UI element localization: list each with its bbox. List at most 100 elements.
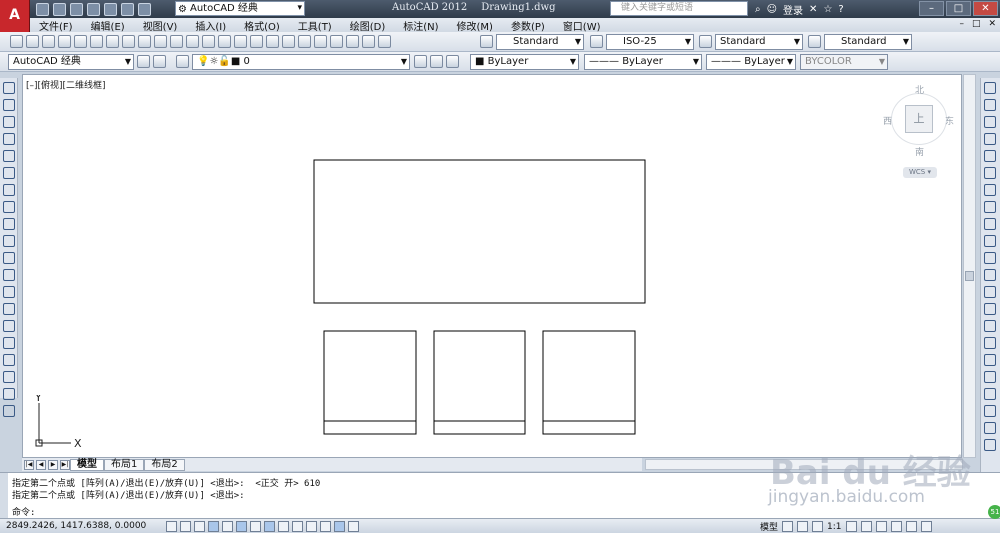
sheet-set-icon[interactable]	[330, 35, 343, 48]
add-selected-icon[interactable]	[3, 405, 15, 417]
small-box-2-outline[interactable]	[433, 330, 526, 435]
clean-screen-icon[interactable]	[920, 521, 932, 532]
draw-order-icon[interactable]	[984, 388, 996, 400]
menu-edit[interactable]: 编辑(E)	[82, 18, 134, 33]
polyline-icon[interactable]	[3, 116, 15, 128]
dynamic-ucs-icon[interactable]	[278, 521, 289, 532]
annotation-scale[interactable]: 1:1	[827, 522, 841, 532]
menu-parametric[interactable]: 参数(P)	[502, 18, 554, 33]
join-icon[interactable]	[984, 303, 996, 315]
menu-format[interactable]: 格式(O)	[235, 18, 289, 33]
command-window-grip[interactable]	[0, 473, 8, 519]
vertical-scrollbar[interactable]	[963, 74, 976, 458]
tab-model[interactable]: 模型	[70, 458, 104, 471]
3d-object-snap-icon[interactable]	[250, 521, 261, 532]
open-icon[interactable]	[26, 35, 39, 48]
coordinates-display[interactable]: 2849.2426, 1417.6388, 0.0000	[6, 521, 146, 531]
color-dropdown[interactable]: ■ ByLayer ▼	[470, 54, 579, 70]
object-snap-icon[interactable]	[236, 521, 247, 532]
print-icon[interactable]	[58, 35, 71, 48]
table-style-dropdown[interactable]: Standard ▼	[715, 34, 803, 50]
break-at-point-icon[interactable]	[984, 269, 996, 281]
fillet-icon[interactable]	[984, 337, 996, 349]
move-icon[interactable]	[984, 167, 996, 179]
viewcube-east[interactable]: 东	[945, 114, 954, 127]
zoom-realtime-icon[interactable]	[234, 35, 247, 48]
minimize-button[interactable]: –	[919, 1, 944, 16]
dim-style-icon[interactable]	[590, 35, 603, 48]
hardware-acceleration-icon[interactable]	[890, 521, 902, 532]
revision-cloud-icon[interactable]	[3, 201, 15, 213]
undo-icon[interactable]	[186, 35, 199, 48]
layer-state-icon[interactable]	[446, 55, 459, 68]
small-box-1-outline[interactable]	[323, 330, 417, 435]
notification-badge[interactable]: 51	[988, 505, 1000, 519]
insert-block-icon[interactable]	[3, 269, 15, 281]
small-box-1[interactable]	[323, 330, 417, 435]
vertical-scrollbar-thumb[interactable]	[965, 271, 974, 281]
offset-icon[interactable]	[984, 133, 996, 145]
redo-icon[interactable]	[138, 2, 151, 16]
selection-cycling-icon[interactable]	[348, 521, 359, 532]
doc-close-button[interactable]: ✕	[988, 19, 996, 29]
drawing-geometry[interactable]	[23, 75, 962, 458]
copy-icon[interactable]	[122, 35, 135, 48]
make-block-icon[interactable]	[3, 286, 15, 298]
help-icon[interactable]	[378, 35, 391, 48]
menu-view[interactable]: 视图(V)	[134, 18, 187, 33]
paste-icon[interactable]	[138, 35, 151, 48]
multileader-style-dropdown[interactable]: Standard ▼	[824, 34, 912, 50]
menu-file[interactable]: 文件(F)	[30, 18, 82, 33]
linetype-dropdown[interactable]: ——— ByLayer ▼	[584, 54, 702, 70]
drawing-canvas[interactable]: [–][俯视][二维线框] Y X 北 南 西 东 上 WCS ▾	[22, 74, 962, 458]
tab-layout2[interactable]: 布局2	[144, 458, 185, 471]
zoom-window-icon[interactable]	[250, 35, 263, 48]
small-box-3[interactable]	[542, 330, 636, 435]
login-button[interactable]: 登录	[783, 2, 803, 17]
make-current-layer-icon[interactable]	[414, 55, 427, 68]
doc-restore-button[interactable]: □	[972, 19, 981, 29]
zoom-previous-icon[interactable]	[266, 35, 279, 48]
small-box-2[interactable]	[433, 330, 526, 435]
small-box-3-outline[interactable]	[542, 330, 636, 435]
model-space-button[interactable]: 模型	[760, 520, 778, 533]
multileader-style-icon[interactable]	[808, 35, 821, 48]
workspace-dropdown-2[interactable]: AutoCAD 经典 ▼	[8, 54, 134, 70]
help-button[interactable]: ?	[838, 4, 843, 15]
bring-front-icon[interactable]	[984, 405, 996, 417]
viewcube-south[interactable]: 南	[915, 145, 924, 158]
ellipse-icon[interactable]	[3, 235, 15, 247]
isolate-objects-icon[interactable]	[905, 521, 917, 532]
table-style-icon[interactable]	[699, 35, 712, 48]
break-icon[interactable]	[984, 286, 996, 298]
region-icon[interactable]	[3, 354, 15, 366]
menu-draw[interactable]: 绘图(D)	[341, 18, 395, 33]
new-icon[interactable]	[10, 35, 23, 48]
workspace-dropdown[interactable]: ⚙ AutoCAD 经典 ▾	[175, 1, 305, 16]
redo-icon[interactable]	[202, 35, 215, 48]
command-prompt[interactable]: 命令:	[12, 505, 35, 518]
rectangle-icon[interactable]	[3, 150, 15, 162]
last-tab-icon[interactable]: ▶|	[60, 459, 70, 470]
match-properties-icon[interactable]	[154, 35, 167, 48]
text-front-icon[interactable]	[984, 439, 996, 451]
lineweight-dropdown[interactable]: ——— ByLayer ▼	[706, 54, 796, 70]
construction-line-icon[interactable]	[3, 99, 15, 111]
multiline-text-icon[interactable]	[3, 388, 15, 400]
first-tab-icon[interactable]: |◀	[24, 459, 34, 470]
polar-tracking-icon[interactable]	[222, 521, 233, 532]
quick-view-drawings-icon[interactable]	[797, 521, 809, 532]
layer-dropdown[interactable]: 💡☼🔓■ 0 ▼	[192, 54, 410, 70]
grid-display-icon[interactable]	[194, 521, 205, 532]
markup-icon[interactable]	[346, 35, 359, 48]
infer-constraints-icon[interactable]	[166, 521, 177, 532]
blend-curves-icon[interactable]	[984, 354, 996, 366]
binoculars-icon[interactable]: ⌕	[755, 4, 761, 15]
menu-tools[interactable]: 工具(T)	[289, 18, 341, 33]
text-style-dropdown[interactable]: Standard ▼	[496, 34, 584, 50]
menu-window[interactable]: 窗口(W)	[554, 18, 610, 33]
spline-icon[interactable]	[3, 218, 15, 230]
dim-style-dropdown[interactable]: ISO-25 ▼	[606, 34, 694, 50]
tool-palettes-icon[interactable]	[314, 35, 327, 48]
toolbar-icon[interactable]	[153, 55, 166, 68]
